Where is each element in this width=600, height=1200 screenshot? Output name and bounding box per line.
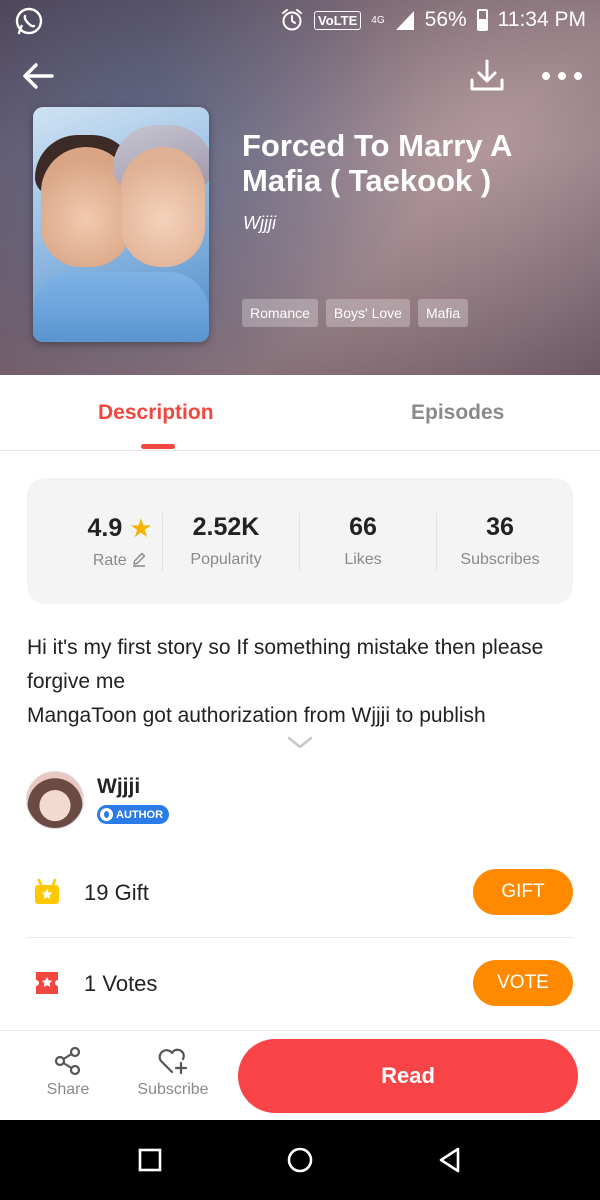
rate-label: Rate [92,552,127,569]
pencil-icon [133,552,146,567]
stat-popularity: 2.52K Popularity [158,513,294,569]
vote-button[interactable]: VOTE [473,960,573,1006]
gift-button[interactable]: GIFT [473,869,573,915]
active-tab-indicator [141,444,175,449]
back-arrow-icon[interactable] [18,56,58,96]
votes-count: 1 [84,971,97,996]
clock-time: 11:34 PM [497,8,586,31]
share-label: Share [46,1081,90,1098]
battery-icon [476,9,488,31]
tab-episodes[interactable]: Episodes [411,401,504,425]
book-header: VoLTE 4G 56% 11:34 PM Forced To Marry A … [0,0,600,375]
more-options-icon[interactable] [540,62,584,90]
votes-count-text: 1 Votes [84,971,157,997]
subscribe-label: Subscribe [137,1081,209,1098]
stat-subscribes: 36 Subscribes [432,513,568,569]
alarm-icon [282,9,303,31]
bottom-action-bar: Share Subscribe Read [0,1030,600,1120]
popularity-label: Popularity [190,551,262,568]
row-divider [27,937,573,938]
stat-likes: 66 Likes [295,513,431,569]
book-cover-image[interactable] [33,107,209,342]
book-title: Forced To Marry A Mafia ( Taekook ) [242,128,512,198]
recent-apps-icon[interactable] [136,1146,164,1174]
book-author[interactable]: Wjjji [243,213,276,234]
whatsapp-icon [15,7,43,35]
tag-boys-love[interactable]: Boys' Love [325,299,410,327]
likes-value: 66 [349,513,377,541]
vote-ticket-icon [36,972,58,994]
share-button[interactable]: Share [42,1045,94,1099]
author-badge-icon [100,808,113,821]
signal-icon [395,11,414,30]
book-description: Hi it's my first story so If something m… [27,631,577,733]
authorization-notice: MangaToon got authorization from Wjjji t… [27,704,486,727]
author-badge-label: AUTHOR [116,808,164,821]
volte-indicator: VoLTE [314,10,362,30]
genre-tags: Romance Boys' Love Mafia [242,299,469,327]
subscribe-button[interactable]: Subscribe [135,1045,211,1099]
back-nav-icon[interactable] [436,1146,464,1174]
author-badge: AUTHOR [97,805,170,824]
tag-romance[interactable]: Romance [242,299,318,327]
star-icon: ★ [129,513,153,543]
content-tabs: Description Episodes [0,375,600,451]
home-icon[interactable] [286,1146,314,1174]
gift-icon [35,878,59,904]
author-name[interactable]: Wjjji [97,775,140,799]
tag-mafia[interactable]: Mafia [417,299,469,327]
stats-panel: 4.9 ★ Rate 2.52K Popularity 66 Likes 36 … [27,478,573,604]
gift-count: 19 [84,880,109,905]
download-icon[interactable] [467,56,507,96]
expand-chevron-icon[interactable] [286,735,314,751]
description-text: Hi it's my first story so If something m… [27,636,544,693]
popularity-value: 2.52K [192,513,260,541]
subscribes-label: Subscribes [460,551,540,568]
likes-label: Likes [344,551,382,568]
tab-description[interactable]: Description [98,401,214,425]
battery-percent: 56% [424,8,467,31]
subscribes-value: 36 [486,513,514,541]
votes-label: Votes [102,971,158,996]
heart-plus-icon [158,1048,188,1075]
read-button[interactable]: Read [238,1039,578,1113]
rate-value: 4.9 [87,514,123,542]
gift-count-text: 19 Gift [84,880,149,906]
author-avatar[interactable] [26,771,84,829]
share-icon [54,1046,81,1076]
network-type: 4G [371,14,385,26]
status-bar: VoLTE 4G 56% 11:34 PM [0,0,600,44]
gift-label: Gift [114,880,149,905]
android-navigation-bar [0,1120,600,1200]
